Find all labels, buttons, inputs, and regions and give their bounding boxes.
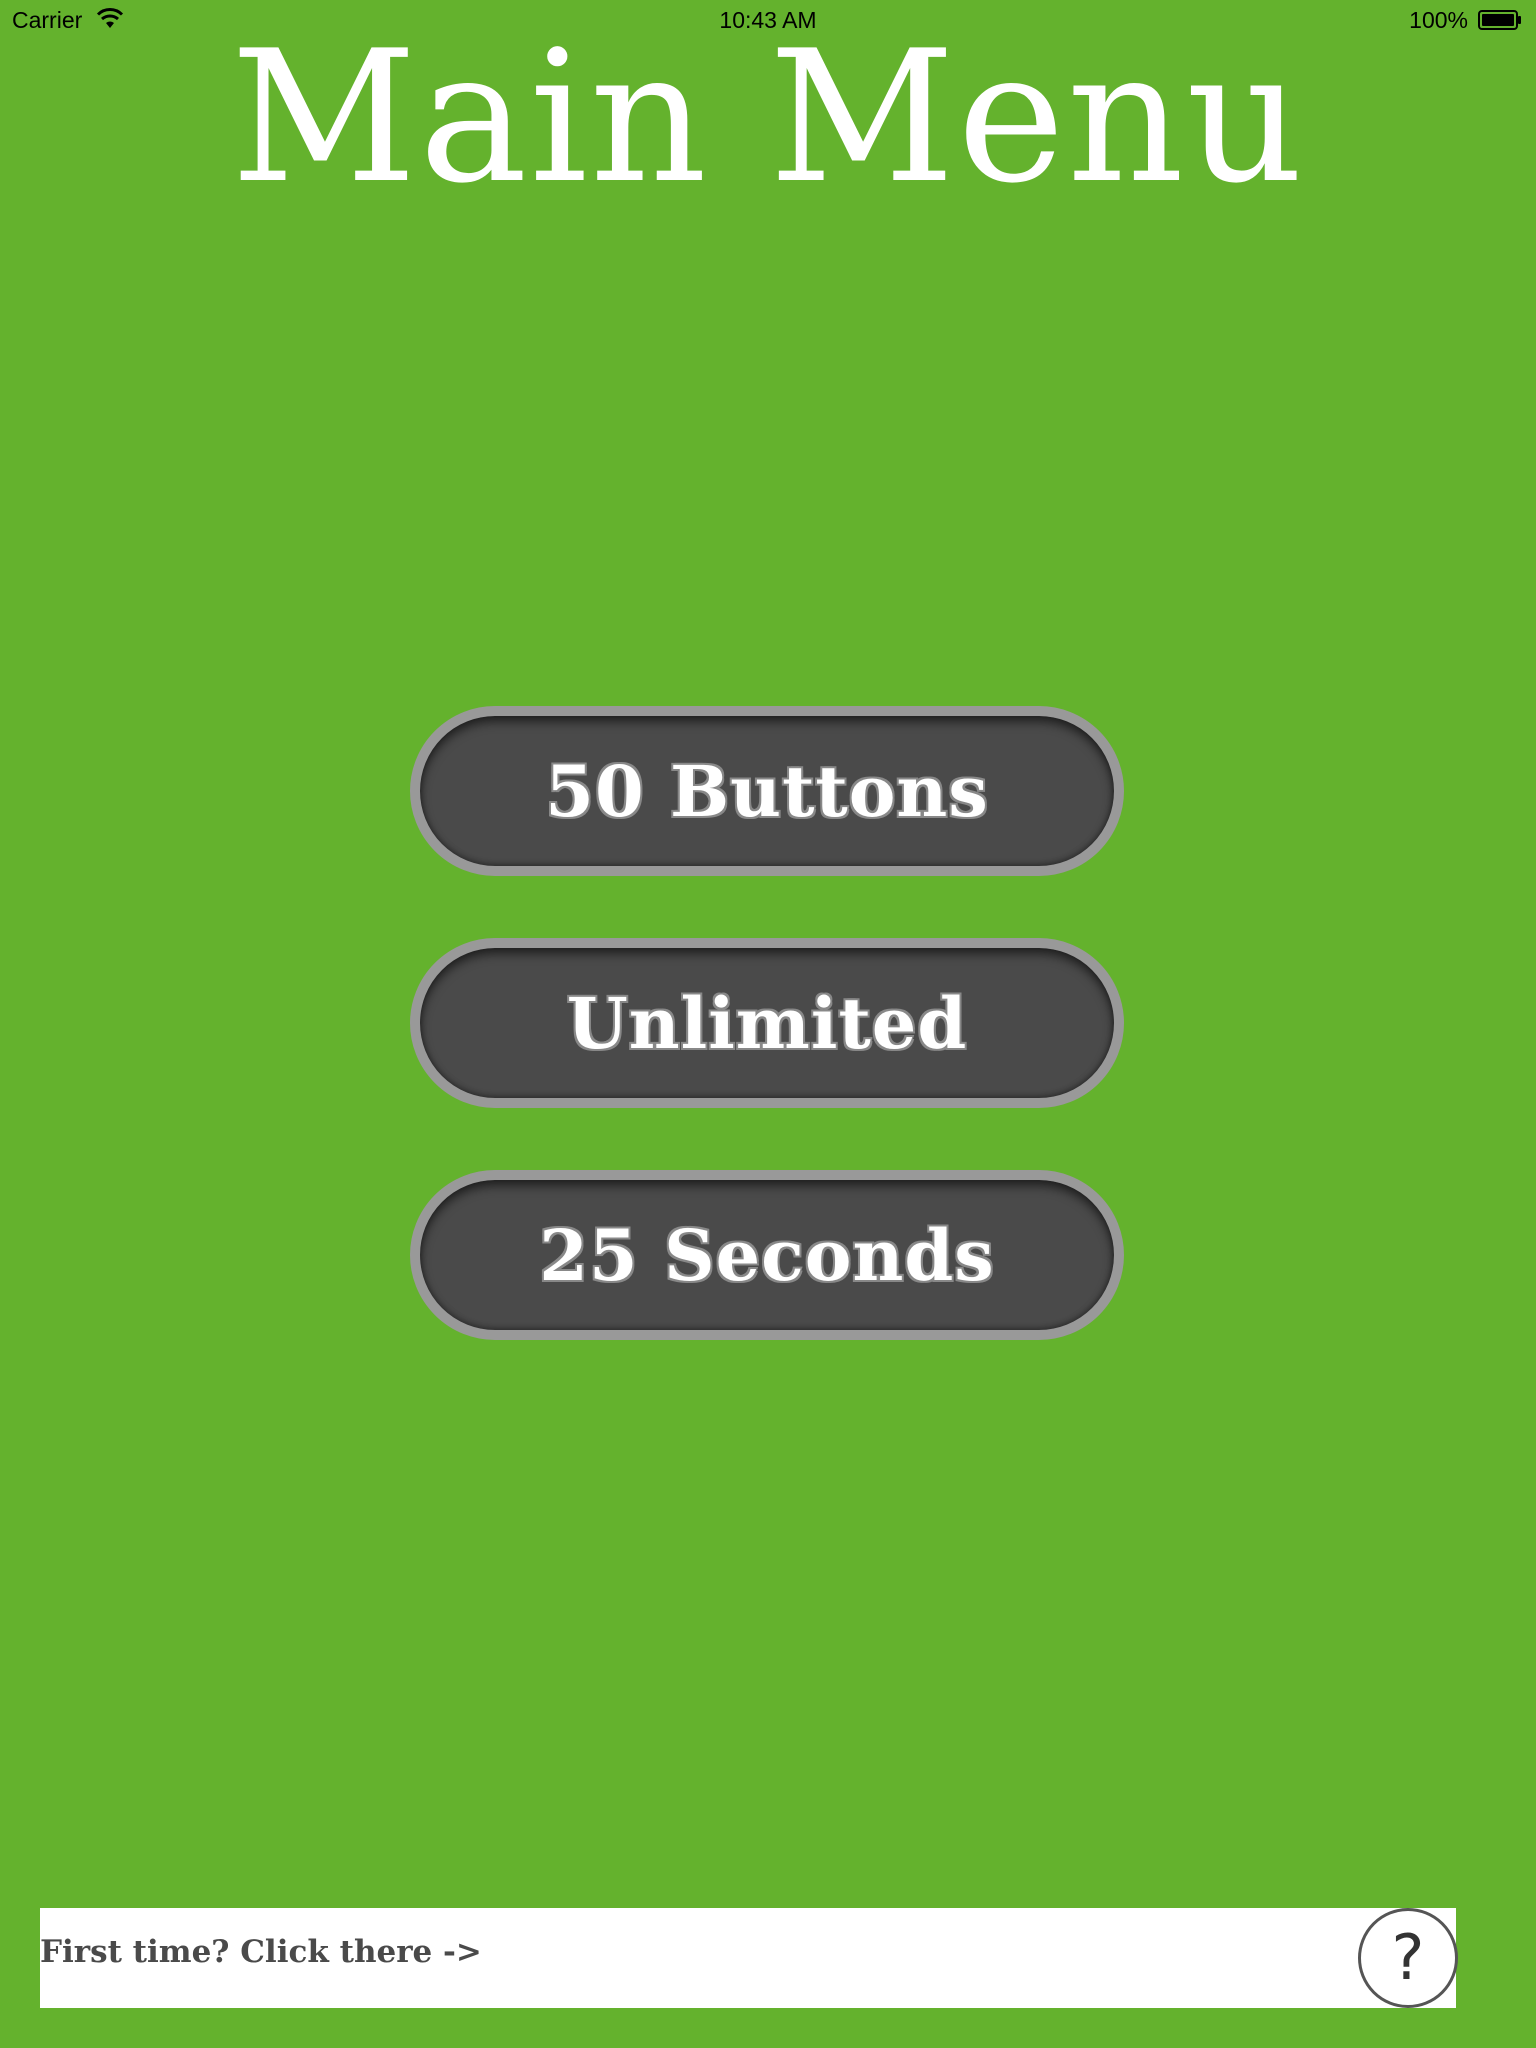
help-bar: First time? Click there -> ? [40, 1908, 1458, 2008]
fifty-buttons-label: 50 Buttons [545, 749, 989, 833]
help-button[interactable]: ? [1358, 1908, 1458, 2008]
fifty-buttons-button[interactable]: 50 Buttons [410, 706, 1124, 876]
unlimited-label: Unlimited [566, 981, 968, 1065]
help-prompt-text: First time? Click there -> [40, 1934, 482, 1970]
twenty-five-seconds-label: 25 Seconds [539, 1213, 995, 1297]
unlimited-button[interactable]: Unlimited [410, 938, 1124, 1108]
page-title: Main Menu [230, 11, 1306, 223]
question-icon: ? [1391, 1921, 1425, 1994]
twenty-five-seconds-button[interactable]: 25 Seconds [410, 1170, 1124, 1340]
